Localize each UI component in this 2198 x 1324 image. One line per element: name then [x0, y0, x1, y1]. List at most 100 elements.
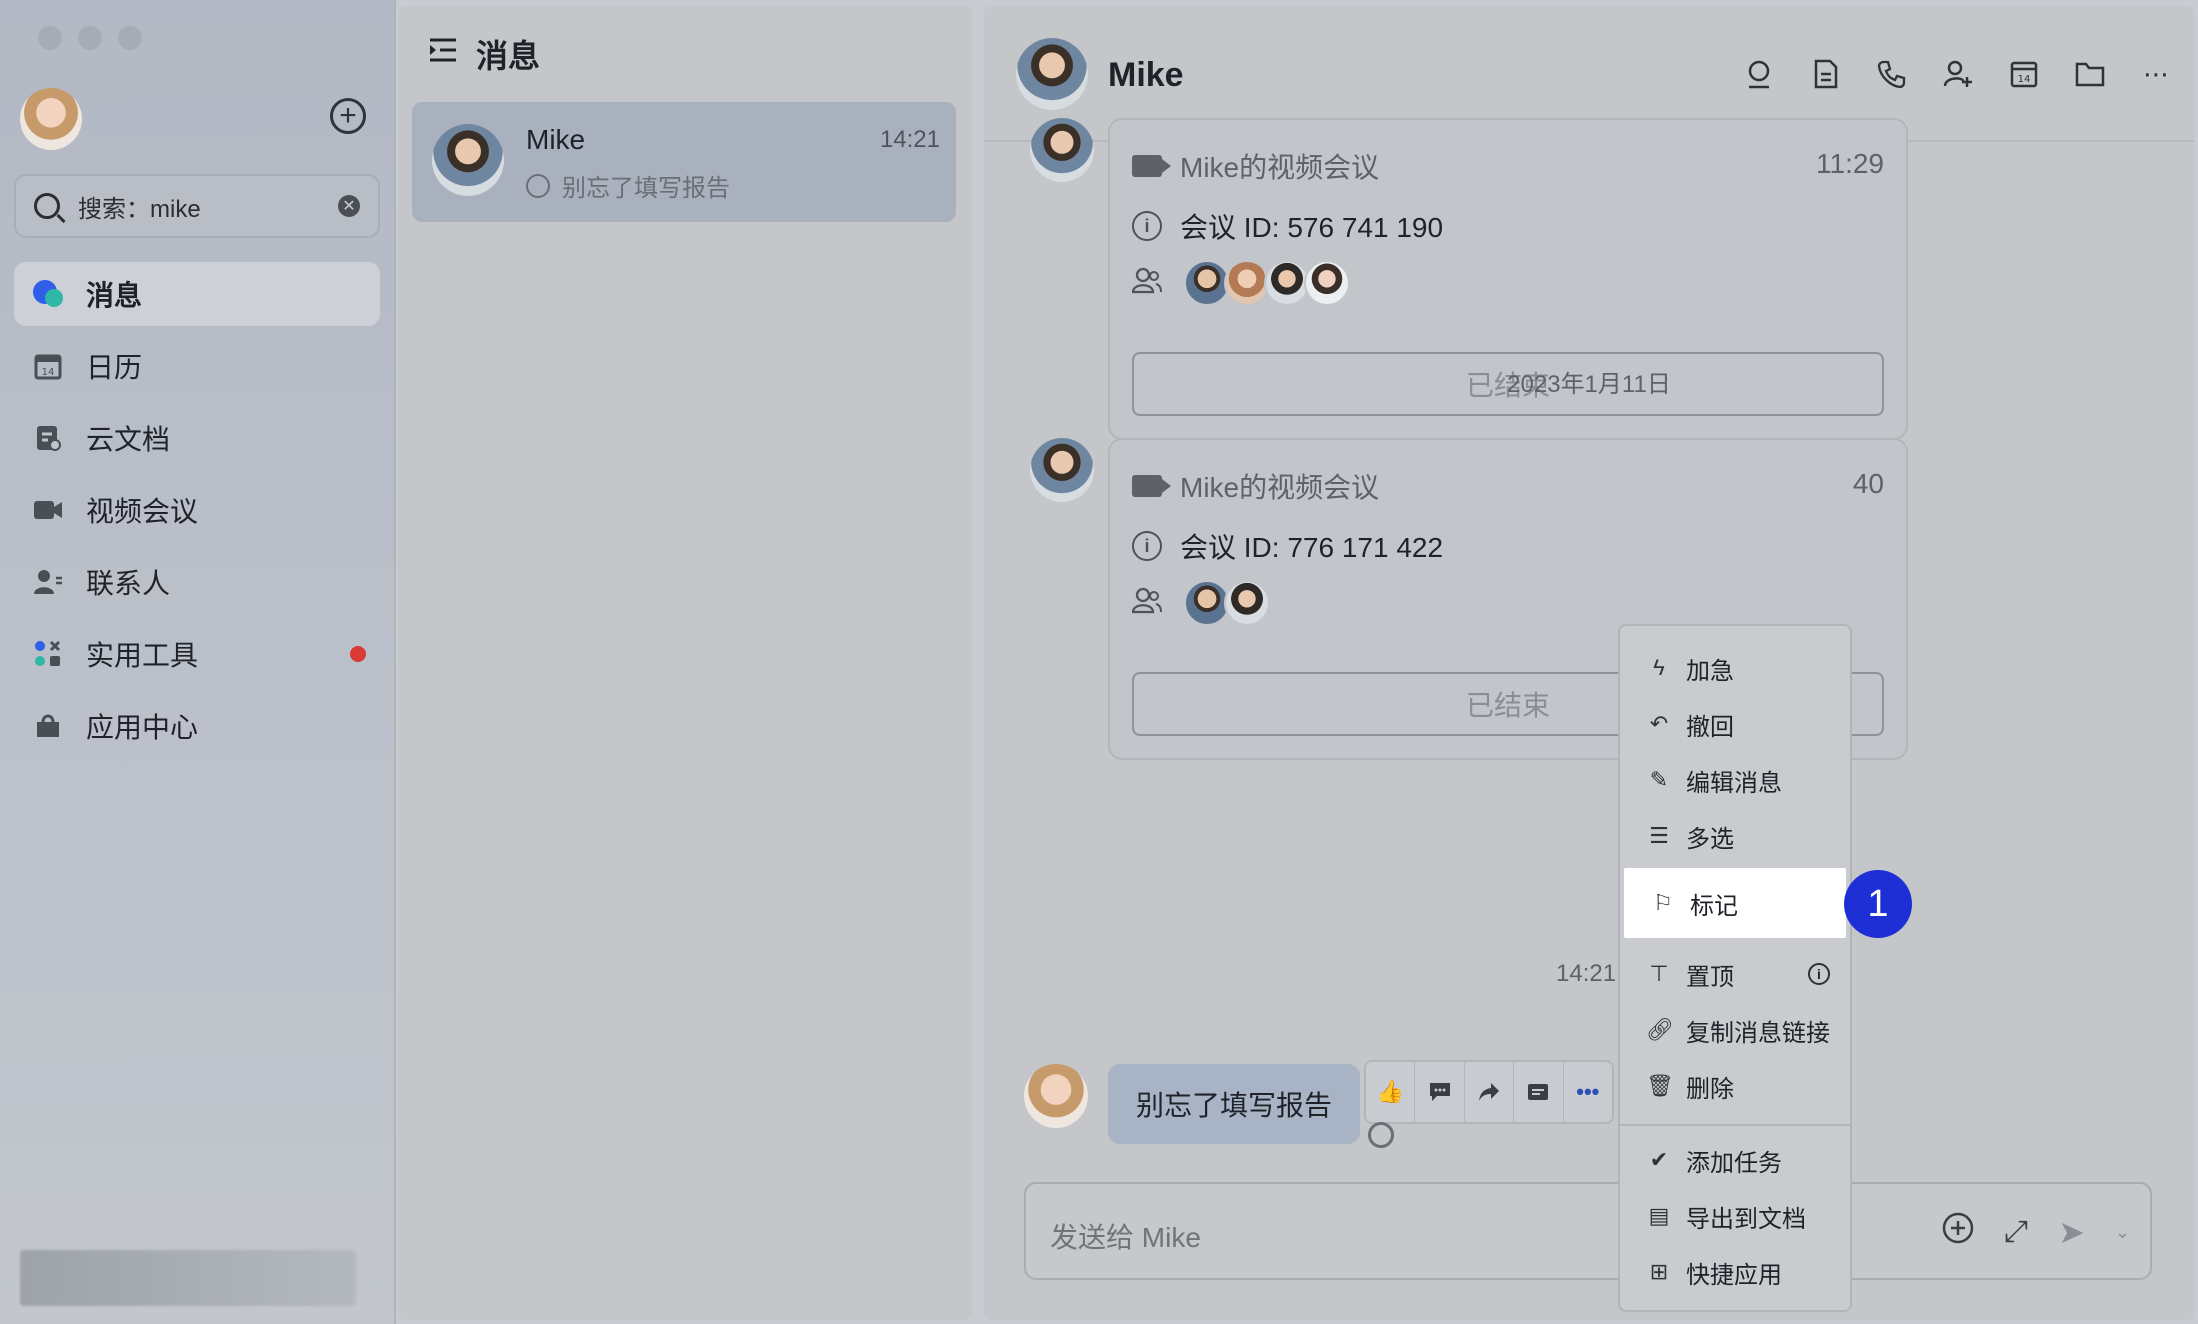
sidebar-item-label: 云文档 [86, 424, 171, 455]
participant-avatar [1224, 580, 1270, 626]
svg-text:14: 14 [42, 367, 55, 378]
unread-status-icon [1368, 1122, 1394, 1148]
sidebar-item-video[interactable]: 视频会议 [14, 478, 380, 542]
avatar[interactable] [1016, 38, 1088, 110]
chat-title: Mike [1108, 56, 1184, 94]
menu-item-pin[interactable]: ⊤ 置顶 i [1620, 946, 1850, 1002]
conversation-item-mike[interactable]: Mike 14:21 别忘了填写报告 [412, 102, 956, 222]
close-window-button[interactable] [38, 26, 62, 50]
sidebar-item-label: 实用工具 [86, 640, 199, 671]
sidebar-item-label: 消息 [86, 280, 143, 311]
add-attachment-icon[interactable] [1942, 1212, 1974, 1252]
menu-item-quick-apps[interactable]: ⊞ 快捷应用 [1620, 1244, 1850, 1300]
user-avatar[interactable] [20, 88, 82, 150]
sidebar-item-label: 联系人 [86, 568, 171, 599]
menu-item-urgent[interactable]: ϟ 加急 [1620, 640, 1850, 696]
sidebar-item-messages[interactable]: 消息 [14, 262, 380, 326]
sidebar-item-label: 日历 [86, 352, 143, 383]
collapse-list-icon[interactable] [428, 37, 458, 71]
doc-icon[interactable] [1810, 58, 1842, 90]
more-icon[interactable]: ⋯ [2140, 58, 2172, 90]
send-options-chevron-icon[interactable]: ⌄ [2115, 1222, 2130, 1243]
lightning-icon: ϟ [1653, 655, 1665, 680]
folder-icon[interactable] [2074, 58, 2106, 90]
calendar-icon[interactable]: 14 [2008, 58, 2040, 90]
thumbs-up-icon[interactable]: 👍 [1366, 1062, 1416, 1122]
sender-avatar[interactable] [1030, 118, 1094, 182]
add-member-icon[interactable] [1942, 58, 1974, 90]
menu-item-add-task[interactable]: ✔ 添加任务 [1620, 1132, 1850, 1188]
meeting-title-text: Mike的视频会议 [1180, 472, 1380, 503]
minimize-window-button[interactable] [78, 26, 102, 50]
window-controls [38, 26, 142, 50]
menu-item-label: 导出到文档 [1686, 1205, 1806, 1233]
svg-text:14: 14 [2018, 74, 2031, 85]
meeting-title: Mike的视频会议 [1132, 466, 1379, 506]
sidebar-item-calendar[interactable]: 14 日历 [14, 334, 380, 398]
menu-item-flag[interactable]: ⚐ 标记 [1624, 868, 1846, 938]
menu-item-label: 编辑消息 [1686, 769, 1782, 797]
meeting-time: 40 [1852, 468, 1884, 499]
quote-reply-icon[interactable] [1514, 1062, 1564, 1122]
conversation-list: 消息 Mike 14:21 别忘了填写报告 [398, 6, 972, 1320]
sidebar-item-docs[interactable]: 云文档 [14, 406, 380, 470]
sidebar-item-contacts[interactable]: 联系人 [14, 550, 380, 614]
menu-item-label: 删除 [1686, 1075, 1734, 1103]
forward-icon[interactable] [1465, 1062, 1515, 1122]
link-icon: 🔗︎ [1646, 1017, 1674, 1042]
blurred-footer [20, 1250, 356, 1306]
chat-panel: Mike 14 ⋯ Mike的视频会议 11:29 i 会议 ID: 576 7… [984, 6, 2194, 1320]
composer-input[interactable]: 发送给 Mike [1050, 1216, 1201, 1256]
checklist-icon: ☰ [1649, 823, 1669, 848]
conversation-name: Mike [526, 124, 586, 155]
sidebar-nav: 消息 14 日历 云文档 视频会议 联系人 实用工具 应用中心 [14, 262, 380, 766]
meeting-time: 11:29 [1816, 148, 1884, 179]
search-icon [34, 193, 60, 219]
more-actions-icon[interactable]: ••• [1564, 1062, 1612, 1122]
menu-item-multiselect[interactable]: ☰ 多选 [1620, 808, 1850, 864]
menu-item-delete[interactable]: 🗑︎ 删除 [1620, 1058, 1850, 1114]
call-icon[interactable] [1876, 58, 1908, 90]
comment-icon[interactable] [1415, 1062, 1465, 1122]
participants-icon [1131, 586, 1162, 621]
composer-tools: ⤢ ➤ ⌄ [1942, 1212, 2130, 1252]
message-composer[interactable]: 发送给 Mike ⤢ ➤ ⌄ [1024, 1182, 2152, 1280]
clear-search-icon[interactable]: ✕ [338, 195, 360, 217]
info-icon: i [1132, 531, 1162, 561]
document-icon: ▤ [1648, 1203, 1670, 1228]
create-plus-icon[interactable]: + [330, 98, 366, 134]
sidebar-item-tools[interactable]: 实用工具 [14, 622, 380, 686]
participant-avatar [1304, 260, 1350, 306]
info-icon[interactable]: i [1808, 963, 1830, 985]
sidebar-item-app-center[interactable]: 应用中心 [14, 694, 380, 758]
message-actions: 👍 ••• [1364, 1060, 1614, 1124]
undo-icon: ↶ [1649, 711, 1669, 736]
video-icon [32, 494, 64, 526]
info-icon: i [1132, 211, 1162, 241]
pencil-icon: ✎ [1649, 767, 1669, 792]
participants [1131, 580, 1270, 626]
search-input[interactable]: 搜索：mike [78, 189, 338, 224]
search-chat-icon[interactable] [1744, 58, 1776, 90]
message-time: 14:21 [1556, 960, 1617, 987]
step-badge: 1 [1844, 870, 1912, 938]
menu-item-export-doc[interactable]: ▤ 导出到文档 [1620, 1188, 1850, 1244]
menu-item-copy-link[interactable]: 🔗︎ 复制消息链接 [1620, 1002, 1850, 1058]
date-separator: 2023年1月11日 [1507, 371, 1671, 398]
message-bubble[interactable]: 别忘了填写报告 [1108, 1064, 1361, 1144]
list-title: 消息 [476, 38, 541, 74]
zoom-window-button[interactable] [118, 26, 142, 50]
notification-dot [350, 646, 366, 662]
expand-icon[interactable]: ⤢ [2004, 1215, 2028, 1249]
my-avatar[interactable] [1024, 1064, 1088, 1128]
menu-item-recall[interactable]: ↶ 撤回 [1620, 696, 1850, 752]
send-icon[interactable]: ➤ [2058, 1213, 2085, 1251]
participants-icon [1131, 266, 1162, 301]
preview-text: 别忘了填写报告 [562, 175, 730, 202]
menu-item-edit[interactable]: ✎ 编辑消息 [1620, 752, 1850, 808]
search-box[interactable]: 搜索：mike ✕ [14, 174, 380, 238]
video-icon [1132, 475, 1171, 497]
sender-avatar[interactable] [1030, 438, 1094, 502]
message-context-menu: ϟ 加急 ↶ 撤回 ✎ 编辑消息 ☰ 多选 ⚐ 标记 ⊤ 置顶 i 🔗︎ 复制消… [1618, 624, 1852, 1312]
avatar [432, 124, 504, 196]
